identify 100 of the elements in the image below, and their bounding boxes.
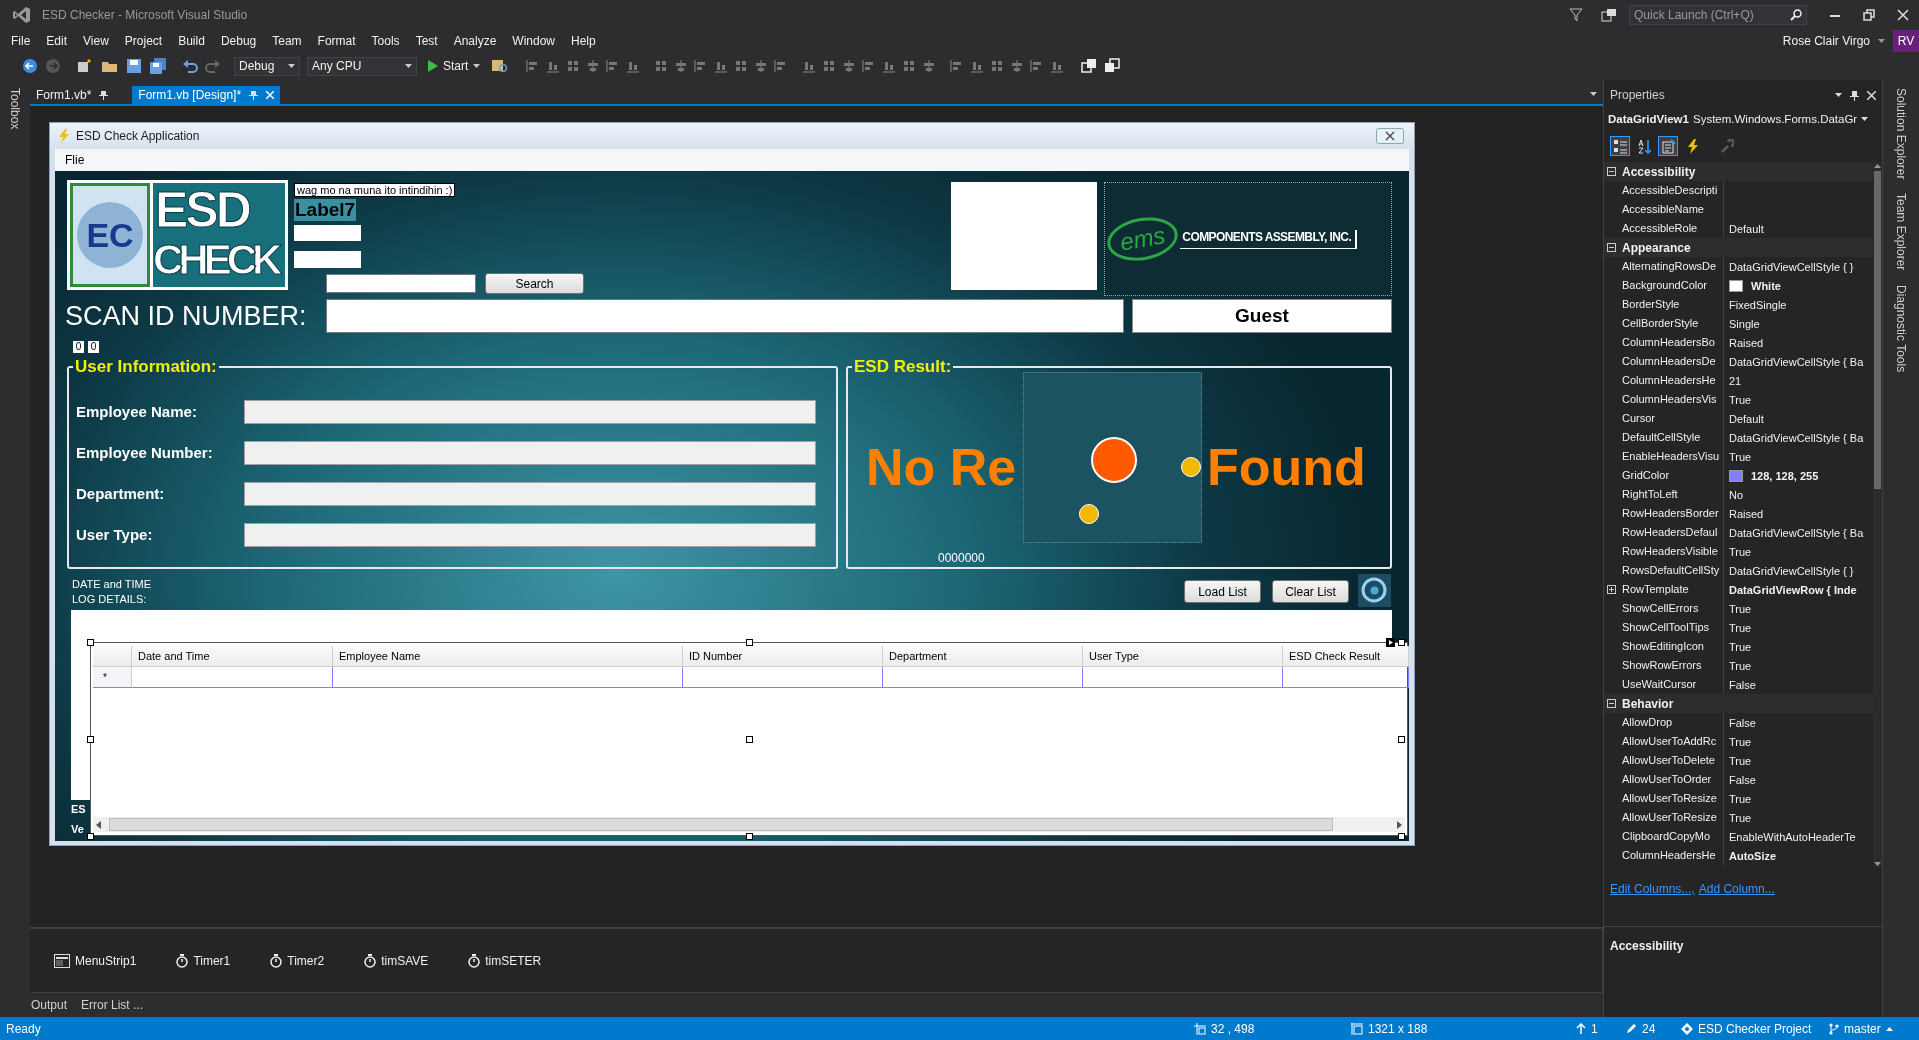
- property-name[interactable]: EnableHeadersVisu: [1618, 447, 1724, 466]
- scrollbar-thumb[interactable]: [109, 818, 1333, 831]
- property-name[interactable]: RowTemplate: [1618, 580, 1724, 599]
- collapse-icon[interactable]: [1606, 699, 1616, 708]
- caret-icon[interactable]: [1590, 92, 1597, 96]
- panel-tab[interactable]: Output: [30, 996, 69, 1014]
- alignment-icon[interactable]: [754, 59, 769, 73]
- resize-handle[interactable]: [87, 736, 94, 743]
- column-header[interactable]: Employee Name: [333, 646, 683, 667]
- property-name[interactable]: AllowDrop: [1618, 713, 1724, 732]
- grid-cell[interactable]: [883, 667, 1083, 688]
- property-value[interactable]: DataGridViewCellStyle { }: [1724, 260, 1873, 273]
- alignment-icon[interactable]: [654, 59, 669, 73]
- layer-icon[interactable]: [1081, 58, 1098, 74]
- property-name[interactable]: DefaultCellStyle: [1618, 428, 1724, 447]
- menu-item[interactable]: Debug: [212, 32, 265, 50]
- close-button[interactable]: [1376, 128, 1404, 144]
- grid-cell[interactable]: [333, 667, 683, 688]
- property-value[interactable]: Raised: [1724, 507, 1873, 520]
- scroll-right-icon[interactable]: [1397, 820, 1402, 829]
- alignment-icon[interactable]: [970, 59, 985, 73]
- property-name[interactable]: Cursor: [1618, 409, 1724, 428]
- close-icon[interactable]: [1867, 90, 1876, 100]
- property-name[interactable]: AlternatingRowsDe: [1618, 257, 1724, 276]
- dropdown-icon[interactable]: [1835, 93, 1842, 97]
- menu-item[interactable]: View: [75, 32, 117, 50]
- property-name[interactable]: RowHeadersBorder: [1618, 504, 1724, 523]
- repository-icon[interactable]: [1681, 1022, 1693, 1035]
- property-name[interactable]: ColumnHeadersDe: [1618, 352, 1724, 371]
- property-name[interactable]: BackgroundColor: [1618, 276, 1724, 295]
- grid-cell[interactable]: [132, 667, 333, 688]
- collapse-icon[interactable]: [1606, 167, 1616, 176]
- resize-handle[interactable]: [1398, 736, 1405, 743]
- property-value[interactable]: True: [1724, 659, 1873, 672]
- panel-tab[interactable]: Error List ...: [80, 996, 145, 1014]
- pin-icon[interactable]: [1850, 89, 1859, 101]
- pencil-icon[interactable]: [1626, 1023, 1637, 1034]
- horizontal-scrollbar[interactable]: [93, 817, 1405, 832]
- property-value[interactable]: White: [1724, 279, 1873, 292]
- resize-handle[interactable]: [746, 833, 753, 840]
- text-field[interactable]: [244, 523, 816, 547]
- user-avatar[interactable]: RV: [1893, 30, 1919, 52]
- property-name[interactable]: ShowCellToolTips: [1618, 618, 1724, 637]
- scrollbar-thumb[interactable]: [1874, 171, 1881, 489]
- corner-header-cell[interactable]: [93, 646, 132, 667]
- data-grid[interactable]: Date and Time Employee Name ID Number Department User Type ESD Check Result *: [90, 642, 1408, 836]
- restore-icon[interactable]: [1863, 9, 1875, 21]
- column-header[interactable]: Department: [883, 646, 1083, 667]
- column-header[interactable]: ESD Check Result: [1283, 646, 1409, 667]
- property-value[interactable]: False: [1724, 678, 1873, 691]
- property-name[interactable]: RightToLeft: [1618, 485, 1724, 504]
- property-value[interactable]: Single: [1724, 317, 1873, 330]
- property-value[interactable]: True: [1724, 545, 1873, 558]
- link[interactable]: Edit Columns...,: [1610, 882, 1695, 896]
- property-value[interactable]: No: [1724, 488, 1873, 501]
- property-name[interactable]: ColumnHeadersHe: [1618, 371, 1724, 390]
- property-value[interactable]: True: [1724, 640, 1873, 653]
- grid-cell[interactable]: [1283, 667, 1409, 688]
- property-value[interactable]: Raised: [1724, 336, 1873, 349]
- scroll-down-icon[interactable]: [1874, 862, 1881, 866]
- alignment-icon[interactable]: [842, 59, 857, 73]
- property-value[interactable]: False: [1724, 716, 1873, 729]
- branch-name[interactable]: master: [1844, 1021, 1881, 1036]
- property-name[interactable]: AllowUserToResize: [1618, 808, 1724, 827]
- layer-icon[interactable]: [1104, 58, 1121, 74]
- resize-handle[interactable]: [87, 833, 94, 840]
- property-name[interactable]: ColumnHeadersBo: [1618, 333, 1724, 352]
- property-name[interactable]: AllowUserToResize: [1618, 789, 1724, 808]
- menu-item[interactable]: Window: [504, 32, 564, 50]
- property-value[interactable]: True: [1724, 735, 1873, 748]
- text-field[interactable]: [244, 482, 816, 506]
- new-project-icon[interactable]: [76, 58, 94, 74]
- user-name[interactable]: Rose Clair Virgo: [1782, 34, 1870, 48]
- close-icon[interactable]: [1897, 9, 1909, 21]
- alignment-icon[interactable]: [626, 59, 641, 73]
- property-name[interactable]: AllowUserToDelete: [1618, 751, 1724, 770]
- scroll-up-icon[interactable]: [1874, 164, 1881, 168]
- resize-handle[interactable]: [87, 639, 94, 646]
- back-icon[interactable]: [22, 58, 38, 74]
- menu-item[interactable]: Format: [309, 32, 364, 50]
- side-tab[interactable]: Diagnostic Tools: [1894, 284, 1908, 372]
- resize-handle[interactable]: [746, 639, 753, 646]
- smart-tag-icon[interactable]: [1386, 638, 1395, 647]
- menu-item[interactable]: Build: [170, 32, 213, 50]
- resize-handle[interactable]: [1398, 833, 1405, 840]
- property-name[interactable]: AllowUserToAddRc: [1618, 732, 1724, 751]
- property-name[interactable]: ColumnHeadersHe: [1618, 846, 1724, 865]
- alignment-icon[interactable]: [714, 59, 729, 73]
- grid-cell[interactable]: [1083, 667, 1283, 688]
- row-header[interactable]: *: [93, 667, 132, 688]
- object-selector[interactable]: DataGridView1 System.Windows.Forms.DataGr: [1606, 108, 1880, 130]
- property-value[interactable]: True: [1724, 811, 1873, 824]
- project-name[interactable]: ESD Checker Project: [1698, 1021, 1812, 1036]
- property-value[interactable]: True: [1724, 393, 1873, 406]
- collapse-icon[interactable]: [1606, 243, 1616, 252]
- properties-button[interactable]: [1658, 136, 1678, 156]
- menu-item[interactable]: Test: [407, 32, 446, 50]
- undo-icon[interactable]: [182, 58, 198, 74]
- search-field[interactable]: [326, 274, 476, 293]
- property-name[interactable]: ColumnHeadersVis: [1618, 390, 1724, 409]
